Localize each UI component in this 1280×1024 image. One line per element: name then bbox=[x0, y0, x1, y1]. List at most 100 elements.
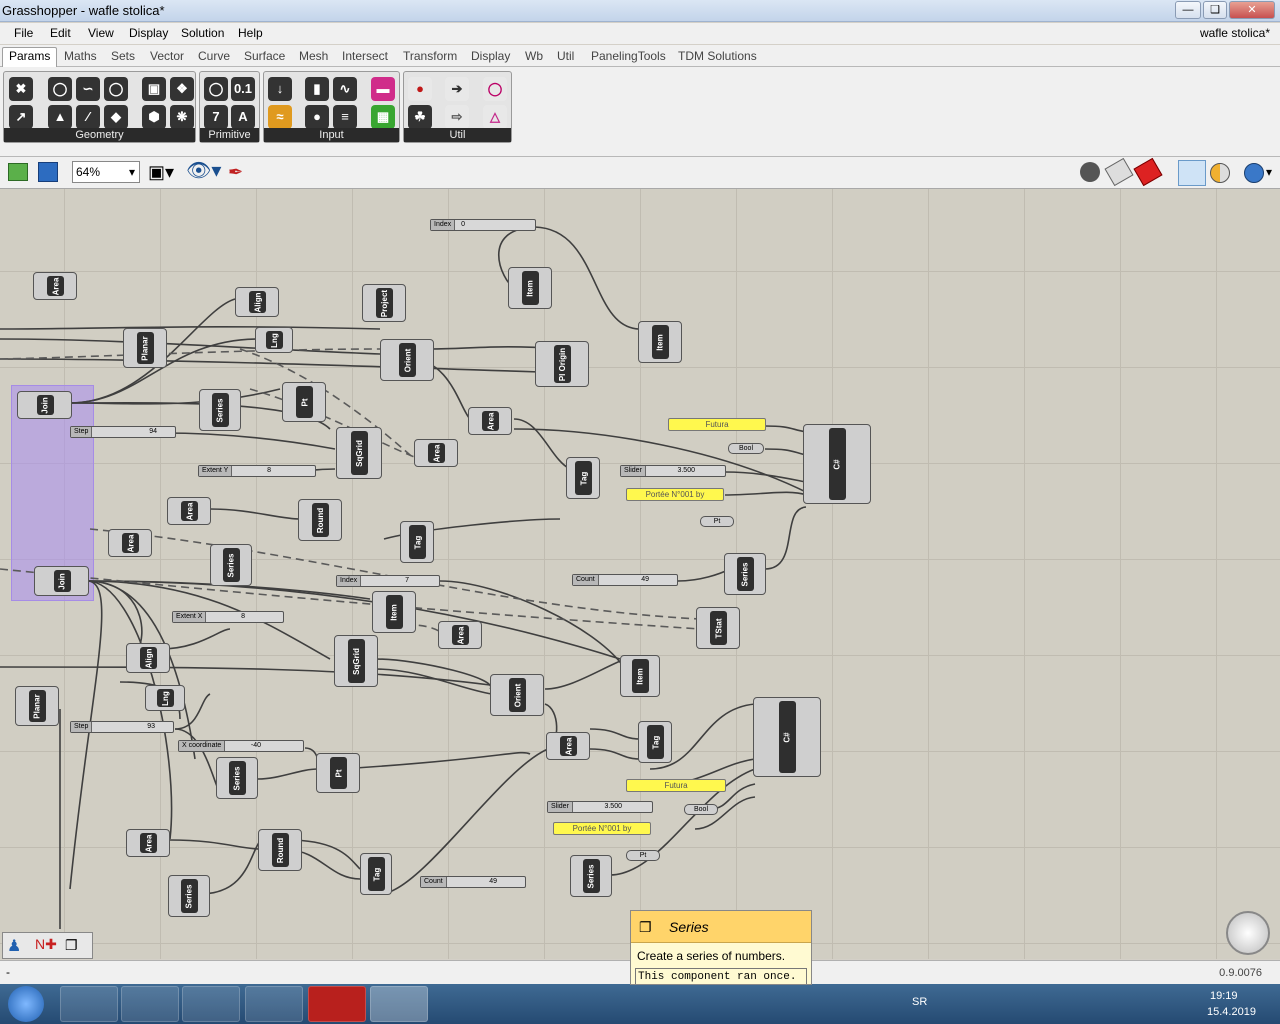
tab-sets[interactable]: Sets bbox=[111, 49, 135, 63]
import-icon[interactable]: ↓ bbox=[268, 77, 292, 101]
text-icon[interactable]: A bbox=[231, 105, 255, 129]
sqgrid-component[interactable]: SqGrid bbox=[336, 427, 382, 479]
menu-display[interactable]: Display bbox=[129, 26, 168, 40]
area-component[interactable]: Area bbox=[167, 497, 211, 525]
item-component[interactable]: Item bbox=[372, 591, 416, 633]
boolean-icon[interactable]: ◯ bbox=[204, 77, 228, 101]
geometry-param-icon[interactable]: ✖ bbox=[9, 77, 33, 101]
tree-icon[interactable]: ☘ bbox=[408, 105, 432, 129]
tab-mesh[interactable]: Mesh bbox=[299, 49, 328, 63]
series-component[interactable]: Series bbox=[570, 855, 612, 897]
maximize-button[interactable]: ❑ bbox=[1203, 1, 1227, 19]
arc-param-icon[interactable]: ◯ bbox=[104, 77, 128, 101]
lng-component[interactable]: Lng bbox=[255, 327, 293, 353]
preview-mesh-button[interactable] bbox=[1178, 160, 1206, 186]
boolean-param[interactable]: Bool bbox=[684, 804, 718, 815]
tag-component[interactable]: Tag bbox=[360, 853, 392, 895]
size-slider[interactable]: Slider 3.500 bbox=[620, 465, 726, 477]
sound-icon[interactable]: ≈ bbox=[268, 105, 292, 129]
curve-param-icon[interactable]: ∽ bbox=[76, 77, 100, 101]
media-player-icon[interactable] bbox=[182, 986, 240, 1022]
menu-view[interactable]: View bbox=[88, 26, 114, 40]
box-param-icon[interactable]: ▣ bbox=[142, 77, 166, 101]
x-coordinate-slider[interactable]: X coordinate -40 bbox=[178, 740, 304, 752]
index-slider[interactable]: Index 7 bbox=[336, 575, 440, 587]
extent-x-slider[interactable]: Extent X 8 bbox=[172, 611, 284, 623]
item-component[interactable]: Item bbox=[620, 655, 660, 697]
open-file-icon[interactable] bbox=[8, 163, 28, 181]
extent-y-slider[interactable]: Extent Y 8 bbox=[198, 465, 316, 477]
align-component[interactable]: Align bbox=[235, 287, 279, 317]
tab-transform[interactable]: Transform bbox=[403, 49, 457, 63]
start-button[interactable] bbox=[8, 986, 44, 1022]
area-component[interactable]: Area bbox=[414, 439, 458, 467]
plane-origin-component[interactable]: Pl Origin bbox=[535, 341, 589, 387]
file-explorer-icon[interactable] bbox=[121, 986, 179, 1022]
item-component[interactable]: Item bbox=[638, 321, 682, 363]
tab-vector[interactable]: Vector bbox=[150, 49, 184, 63]
preview-shaded-icon[interactable] bbox=[1104, 157, 1134, 187]
area-component[interactable]: Area bbox=[126, 829, 170, 857]
globe-icon[interactable] bbox=[1244, 163, 1264, 183]
menu-solution[interactable]: Solution bbox=[181, 26, 224, 40]
integer-icon[interactable]: 7 bbox=[204, 105, 228, 129]
preview-selected-icon[interactable] bbox=[1133, 157, 1163, 187]
minimize-button[interactable]: — bbox=[1175, 1, 1201, 19]
arrow-outline-icon[interactable]: ⇨ bbox=[445, 105, 469, 129]
project-component[interactable]: Project bbox=[362, 284, 406, 322]
clock-time[interactable]: 19:19 bbox=[1210, 990, 1238, 1002]
preview-eye-icon[interactable]: 👁▾ bbox=[186, 161, 221, 181]
tab-params[interactable]: Params bbox=[2, 47, 58, 68]
line-param-icon[interactable]: ∕ bbox=[76, 105, 100, 129]
area-component[interactable]: Area bbox=[108, 529, 152, 557]
grasshopper-canvas[interactable]: Area Align Project Item Item Planar Lng … bbox=[0, 189, 1280, 959]
series-component[interactable]: Series bbox=[199, 389, 241, 431]
tab-maths[interactable]: Maths bbox=[64, 49, 97, 63]
step-slider[interactable]: Step 93 bbox=[70, 721, 174, 733]
tab-curve[interactable]: Curve bbox=[198, 49, 230, 63]
round-component[interactable]: Round bbox=[298, 499, 342, 541]
index-slider[interactable]: Index 0 bbox=[430, 219, 536, 231]
sketch-pen-icon[interactable]: ✒ bbox=[228, 162, 243, 182]
mesh-param-icon[interactable]: ❖ bbox=[170, 77, 194, 101]
point-param[interactable]: Pt bbox=[700, 516, 734, 527]
tag-component[interactable]: Tag bbox=[638, 721, 672, 763]
surface-param-icon[interactable]: ▲ bbox=[48, 105, 72, 129]
tab-panelingtools[interactable]: PanelingTools bbox=[591, 49, 666, 63]
sqgrid-component[interactable]: SqGrid bbox=[334, 635, 378, 687]
toggle-icon[interactable]: ▮ bbox=[305, 77, 329, 101]
plane-param-icon[interactable]: ◆ bbox=[104, 105, 128, 129]
rhino-icon[interactable] bbox=[370, 986, 428, 1022]
area-component[interactable]: Area bbox=[33, 272, 77, 300]
orient-component[interactable]: Orient bbox=[380, 339, 434, 381]
user-icon[interactable]: ♟ bbox=[7, 936, 21, 956]
series-component[interactable]: Series bbox=[168, 875, 210, 917]
tab-util[interactable]: Util bbox=[557, 49, 574, 63]
value-list-icon[interactable]: ≡ bbox=[333, 105, 357, 129]
point-param[interactable]: Pt bbox=[626, 850, 660, 861]
point-component[interactable]: Pt bbox=[282, 382, 326, 422]
arrow-right-icon[interactable]: ➔ bbox=[445, 77, 469, 101]
matrix-icon[interactable]: ▦ bbox=[371, 105, 395, 129]
save-file-icon[interactable] bbox=[38, 162, 58, 182]
chevron-down-icon[interactable]: ▾ bbox=[1266, 165, 1272, 179]
brep-param-icon[interactable]: ⬢ bbox=[142, 105, 166, 129]
text-panel[interactable]: Portée N°001 by bbox=[626, 488, 724, 501]
series-component[interactable]: Series bbox=[210, 544, 252, 586]
area-component[interactable]: Area bbox=[546, 732, 590, 760]
language-indicator[interactable]: SR bbox=[912, 996, 927, 1008]
planar-component[interactable]: Planar bbox=[15, 686, 59, 726]
tab-display[interactable]: Display bbox=[471, 49, 510, 63]
count-slider[interactable]: Count 49 bbox=[420, 876, 526, 888]
graph-mapper-icon[interactable]: ∿ bbox=[333, 77, 357, 101]
zoom-dropdown[interactable]: 64% ▾ bbox=[72, 161, 140, 183]
menu-edit[interactable]: Edit bbox=[50, 26, 71, 40]
step-slider[interactable]: Step 94 bbox=[70, 426, 176, 438]
jump-icon[interactable]: ◯ bbox=[483, 77, 507, 101]
add-icon[interactable]: N✚ bbox=[35, 936, 57, 953]
count-slider[interactable]: Count 49 bbox=[572, 574, 678, 586]
cluster-icon[interactable]: ❐ bbox=[65, 937, 78, 954]
area-component[interactable]: Area bbox=[468, 407, 512, 435]
tab-intersect[interactable]: Intersect bbox=[342, 49, 388, 63]
preview-wire-icon[interactable] bbox=[1080, 162, 1100, 182]
